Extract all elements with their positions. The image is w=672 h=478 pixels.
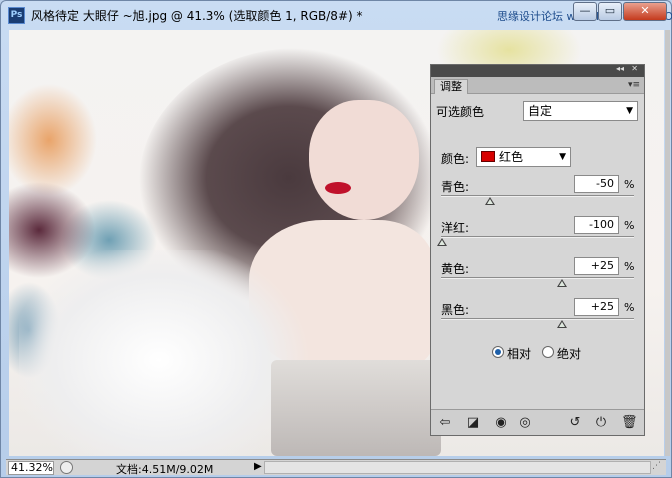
photoshop-app-icon[interactable]: Ps [8, 7, 25, 24]
absolute-label: 绝对 [557, 347, 582, 361]
zoom-level-field[interactable]: 41.32% [8, 461, 54, 475]
visibility-eye-icon[interactable]: ◉ [493, 415, 509, 431]
color-value: 红色 [499, 150, 524, 164]
status-bar: 41.32% 文档:4.51M/9.02M ▶ ⋰ [6, 459, 666, 476]
color-label: 颜色: [441, 152, 470, 166]
photo-dress [19, 250, 309, 456]
magenta-unit: % [624, 219, 635, 232]
collapse-panel-icon[interactable]: ◂◂ [616, 64, 624, 73]
document-size-info: 文档:4.51M/9.02M [116, 463, 214, 476]
cyan-unit: % [624, 178, 635, 191]
document-title: 风格待定 大眼仔 ~旭.jpg @ 41.3% (选取颜色 1, RGB/8#)… [31, 9, 363, 23]
cyan-slider-thumb[interactable] [485, 197, 495, 205]
panel-footer: ⇦ ◪ ◉ ◎ ↺ ⏻ 🗑 [431, 409, 644, 435]
trash-icon[interactable]: 🗑 [621, 415, 638, 431]
status-info-icon[interactable] [60, 461, 73, 474]
horizontal-scrollbar[interactable] [264, 461, 651, 474]
chevron-down-icon: ▼ [626, 106, 633, 116]
slider-label-black: 黑色: [441, 303, 470, 317]
color-dropdown[interactable]: 红色 ▼ [476, 147, 571, 167]
adjustments-panel: ◂◂ ✕ 调整 ▾≡ 可选颜色 自定 ▼ 颜色: 红色 ▼ 青色: -50 % … [430, 64, 645, 436]
photo-face [309, 100, 419, 220]
magenta-value-field[interactable]: -100 [574, 216, 619, 234]
absolute-radio[interactable] [542, 346, 554, 358]
black-slider-track[interactable] [441, 318, 634, 320]
color-swatch [481, 151, 495, 162]
reset-icon[interactable]: ↺ [567, 415, 583, 431]
relative-label: 相对 [507, 347, 532, 361]
photoshop-window: Ps 风格待定 大眼仔 ~旭.jpg @ 41.3% (选取颜色 1, RGB/… [0, 0, 672, 478]
photo-pedestal [271, 360, 441, 456]
panel-header-strip: ◂◂ ✕ [431, 64, 644, 77]
cyan-value-field[interactable]: -50 [574, 175, 619, 193]
vertical-scrollbar[interactable] [665, 30, 670, 456]
preset-value: 自定 [528, 104, 553, 118]
yellow-slider-thumb[interactable] [557, 279, 567, 287]
black-unit: % [624, 301, 635, 314]
preset-label: 可选颜色 [436, 105, 485, 119]
cyan-slider-track[interactable] [441, 195, 634, 197]
magenta-slider-track[interactable] [441, 236, 634, 238]
title-bar: Ps 风格待定 大眼仔 ~旭.jpg @ 41.3% (选取颜色 1, RGB/… [1, 1, 672, 29]
view-previous-icon[interactable]: ◎ [517, 415, 533, 431]
photo-lips [325, 182, 351, 194]
slider-label-magenta: 洋红: [441, 221, 470, 235]
minimize-button[interactable]: — [573, 2, 597, 21]
slider-label-yellow: 黄色: [441, 262, 470, 276]
panel-tab-bar: 调整 ▾≡ [431, 77, 644, 94]
resize-grip-icon[interactable]: ⋰ [652, 461, 661, 471]
tab-adjustments[interactable]: 调整 [434, 79, 468, 94]
power-icon[interactable]: ⏻ [593, 415, 609, 431]
relative-radio[interactable] [492, 346, 504, 358]
maximize-button[interactable]: ▭ [598, 2, 622, 21]
preset-dropdown[interactable]: 自定 ▼ [523, 101, 638, 121]
status-menu-arrow-icon[interactable]: ▶ [254, 461, 262, 472]
back-arrow-icon[interactable]: ⇦ [437, 415, 453, 431]
clip-layer-icon[interactable]: ◪ [465, 415, 481, 431]
slider-label-cyan: 青色: [441, 180, 470, 194]
chevron-down-icon: ▼ [559, 152, 566, 162]
close-button[interactable]: ✕ [623, 2, 667, 21]
yellow-unit: % [624, 260, 635, 273]
black-value-field[interactable]: +25 [574, 298, 619, 316]
panel-menu-icon[interactable]: ▾≡ [628, 80, 640, 90]
close-panel-icon[interactable]: ✕ [631, 64, 638, 73]
yellow-value-field[interactable]: +25 [574, 257, 619, 275]
yellow-slider-track[interactable] [441, 277, 634, 279]
magenta-slider-thumb[interactable] [437, 238, 447, 246]
black-slider-thumb[interactable] [557, 320, 567, 328]
